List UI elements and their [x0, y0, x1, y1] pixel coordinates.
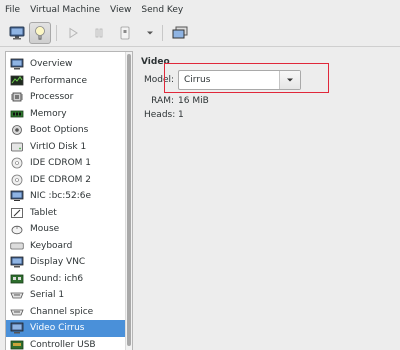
- lightbulb-icon: [35, 26, 45, 40]
- toolbar-separator: [56, 25, 57, 41]
- heads-label: Heads:: [144, 110, 176, 120]
- sidebar-item-overview[interactable]: Overview: [6, 56, 126, 73]
- console-button[interactable]: [6, 22, 28, 44]
- sidebar-item-label: IDE CDROM 1: [30, 158, 92, 169]
- overview-icon: [10, 58, 24, 70]
- sidebar-item-label: Display VNC: [30, 257, 86, 268]
- hardware-list-panel: Overview Performance Processor Memory Boot O…: [5, 51, 133, 350]
- toolbar-separator: [162, 25, 163, 41]
- sidebar-item-label: Boot Options: [30, 125, 89, 136]
- menu-bar: File Virtual Machine View Send Key: [0, 0, 400, 20]
- chevron-down-icon: [147, 31, 153, 35]
- shutdown-button[interactable]: [114, 22, 136, 44]
- sidebar-item-label: Overview: [30, 59, 73, 70]
- sidebar-item-label: IDE CDROM 2: [30, 174, 92, 185]
- section-title: Video: [141, 57, 170, 67]
- heads-value: 1: [178, 110, 184, 120]
- shutdown-menu-button[interactable]: [139, 22, 161, 44]
- fullscreen-button[interactable]: [169, 22, 191, 44]
- video-icon: [10, 322, 24, 334]
- sidebar-item-tablet[interactable]: Tablet: [6, 205, 126, 222]
- cdrom-icon: [10, 174, 24, 186]
- sidebar-item-label: Tablet: [30, 207, 57, 218]
- hardware-list: Overview Performance Processor Memory Boot O…: [6, 56, 126, 350]
- controller-icon: [10, 339, 24, 350]
- vm-details-window: File Virtual Machine View Send Key Overv…: [0, 0, 400, 350]
- mouse-icon: [10, 223, 24, 235]
- tablet-icon: [10, 207, 24, 219]
- sidebar-item-channel-spice[interactable]: Channel spice: [6, 304, 126, 321]
- sidebar-item-serial-1[interactable]: Serial 1: [6, 287, 126, 304]
- power-icon: [120, 26, 130, 40]
- ram-label: RAM:: [151, 96, 174, 106]
- processor-icon: [10, 91, 24, 103]
- sidebar-item-ide-cdrom-1[interactable]: IDE CDROM 1: [6, 155, 126, 172]
- sidebar-item-label: Video Cirrus: [30, 323, 85, 334]
- performance-icon: [10, 75, 24, 87]
- sidebar-item-label: Sound: ich6: [30, 273, 84, 284]
- menu-file[interactable]: File: [0, 0, 25, 20]
- sidebar-item-virtio-disk-1[interactable]: VirtIO Disk 1: [6, 139, 126, 156]
- scrollbar-thumb[interactable]: [127, 54, 131, 346]
- sidebar-item-label: Processor: [30, 92, 74, 103]
- model-label: Model:: [144, 75, 175, 85]
- sidebar-item-label: Performance: [30, 75, 88, 86]
- cdrom-icon: [10, 157, 24, 169]
- memory-icon: [10, 108, 24, 120]
- ram-value: 16 MiB: [178, 96, 209, 106]
- menu-view[interactable]: View: [105, 0, 136, 20]
- display-icon: [10, 256, 24, 268]
- sidebar-item-label: NIC :bc:52:6e: [30, 191, 92, 202]
- toolbar: [0, 20, 400, 47]
- sidebar-scrollbar[interactable]: [125, 52, 132, 350]
- sidebar-item-label: Mouse: [30, 224, 60, 235]
- sidebar-item-video-cirrus[interactable]: Video Cirrus: [6, 320, 126, 337]
- sidebar-item-label: Controller USB: [30, 339, 96, 350]
- sidebar-item-mouse[interactable]: Mouse: [6, 221, 126, 238]
- nic-icon: [10, 190, 24, 202]
- sidebar-item-ide-cdrom-2[interactable]: IDE CDROM 2: [6, 172, 126, 189]
- sidebar-item-boot-options[interactable]: Boot Options: [6, 122, 126, 139]
- menu-virtual-machine[interactable]: Virtual Machine: [25, 0, 105, 20]
- device-details-panel: Video Model: Cirrus RAM: 16 MiB Heads: 1: [136, 51, 400, 350]
- sidebar-item-label: Memory: [30, 108, 67, 119]
- menu-send-key[interactable]: Send Key: [136, 0, 188, 20]
- combo-dropdown-button[interactable]: [279, 71, 300, 89]
- run-button[interactable]: [62, 22, 84, 44]
- play-icon: [69, 27, 78, 39]
- monitor-icon: [9, 26, 25, 40]
- sidebar-item-keyboard[interactable]: Keyboard: [6, 238, 126, 255]
- model-combobox[interactable]: Cirrus: [178, 70, 301, 90]
- sidebar-item-label: Channel spice: [30, 306, 94, 317]
- sidebar-item-display-vnc[interactable]: Display VNC: [6, 254, 126, 271]
- keyboard-icon: [10, 240, 24, 252]
- sidebar-item-memory[interactable]: Memory: [6, 106, 126, 123]
- sidebar-item-sound-ich6[interactable]: Sound: ich6: [6, 271, 126, 288]
- sidebar-item-performance[interactable]: Performance: [6, 73, 126, 90]
- model-value: Cirrus: [184, 75, 211, 85]
- channel-icon: [10, 306, 24, 318]
- sidebar-item-label: VirtIO Disk 1: [30, 141, 87, 152]
- serial-icon: [10, 289, 24, 301]
- pause-icon: [95, 28, 103, 38]
- screens-icon: [172, 26, 188, 39]
- details-button[interactable]: [29, 22, 51, 44]
- disk-icon: [10, 141, 24, 153]
- pause-button[interactable]: [88, 22, 110, 44]
- sound-icon: [10, 273, 24, 285]
- sidebar-item-processor[interactable]: Processor: [6, 89, 126, 106]
- boot-options-icon: [10, 124, 24, 136]
- sidebar-item-label: Serial 1: [30, 290, 65, 301]
- sidebar-item-controller-usb[interactable]: Controller USB: [6, 337, 126, 350]
- chevron-down-icon: [287, 78, 293, 82]
- sidebar-item-nic-bc-52-6e[interactable]: NIC :bc:52:6e: [6, 188, 126, 205]
- sidebar-item-label: Keyboard: [30, 240, 73, 251]
